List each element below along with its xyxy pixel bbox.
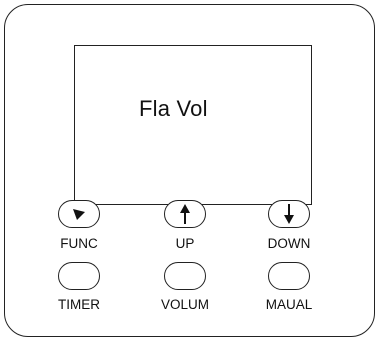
timer-button[interactable] [58, 262, 100, 290]
play-down-icon [73, 209, 85, 220]
lcd-screen: Fla Vol [74, 45, 312, 205]
maual-button[interactable] [268, 262, 310, 290]
arrow-down-icon [284, 204, 294, 224]
func-label: FUNC [60, 236, 98, 251]
timer-label: TIMER [58, 297, 100, 312]
down-label: DOWN [267, 236, 311, 251]
display-text: Fla Vol [139, 96, 208, 121]
down-button[interactable] [268, 200, 310, 228]
up-button[interactable] [164, 200, 206, 228]
maual-label: MAUAL [265, 297, 313, 312]
func-button[interactable] [58, 200, 100, 228]
volum-label: VOLUM [160, 297, 209, 312]
volum-button[interactable] [164, 262, 206, 290]
arrow-up-icon [180, 204, 190, 224]
up-label: UP [175, 236, 195, 251]
